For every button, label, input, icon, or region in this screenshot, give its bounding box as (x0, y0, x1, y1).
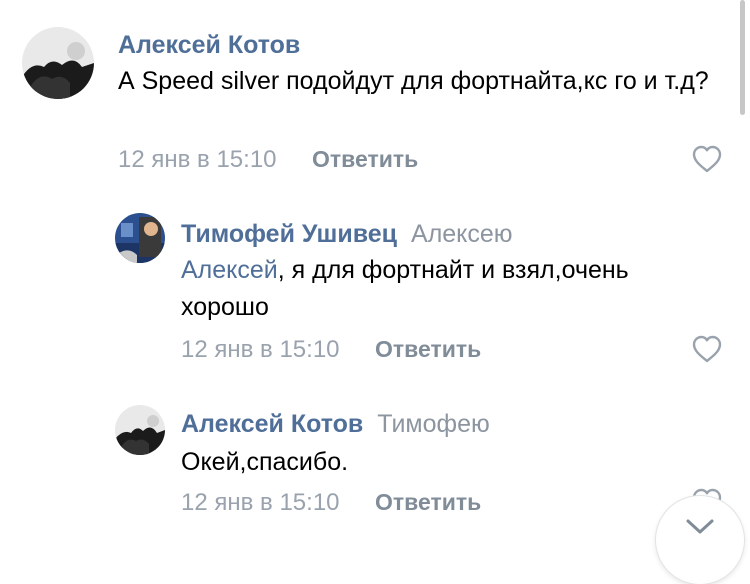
reply-to-label[interactable]: Тимофею (377, 410, 489, 438)
user-photo-icon (115, 405, 165, 455)
reply-button[interactable]: Ответить (312, 146, 418, 173)
author-name[interactable]: Алексей Котов (118, 31, 300, 59)
comment-body: А Speed silver подойдут для фортнайта,кс… (118, 67, 709, 95)
comment-item: Тимофей Ушивец Алексею Алексей, я для фор… (0, 190, 750, 380)
comment-date: 12 янв в 15:10 (181, 336, 340, 363)
avatar[interactable] (115, 405, 165, 455)
avatar[interactable] (22, 27, 94, 99)
heart-outline-icon (692, 335, 722, 363)
scroll-down-button[interactable] (656, 496, 744, 584)
comment-author[interactable]: Алексей Котов Тимофею (181, 410, 490, 439)
comment-text: Алексей, я для фортнайт и взял,очень хор… (181, 252, 721, 326)
user-photo-icon (115, 213, 165, 263)
chevron-down-icon (686, 519, 714, 534)
mention-link[interactable]: Алексей (181, 256, 278, 284)
comment-text: А Speed silver подойдут для фортнайта,кс… (118, 63, 728, 100)
comment-author[interactable]: Тимофей Ушивец Алексею (181, 220, 513, 249)
author-name[interactable]: Тимофей Ушивец (181, 220, 397, 248)
heart-outline-icon (692, 145, 722, 173)
comment-item: Алексей Котов Тимофею Окей,спасибо. 12 ян… (0, 380, 750, 541)
comment-item: Алексей Котов А Speed silver подойдут дл… (0, 0, 750, 190)
reply-button[interactable]: Ответить (375, 489, 481, 516)
like-button[interactable] (692, 145, 722, 173)
comment-date: 12 янв в 15:10 (118, 146, 277, 173)
user-photo-icon (22, 27, 94, 99)
avatar[interactable] (115, 213, 165, 263)
comment-date: 12 янв в 15:10 (181, 489, 340, 516)
comment-author[interactable]: Алексей Котов (118, 31, 300, 60)
scrollbar[interactable] (740, 0, 745, 115)
reply-to-label[interactable]: Алексею (411, 220, 513, 248)
comment-body: Окей,спасибо. (181, 448, 349, 476)
author-name[interactable]: Алексей Котов (181, 410, 363, 438)
comment-text: Окей,спасибо. (181, 444, 721, 481)
like-button[interactable] (692, 335, 722, 363)
reply-button[interactable]: Ответить (375, 336, 481, 363)
